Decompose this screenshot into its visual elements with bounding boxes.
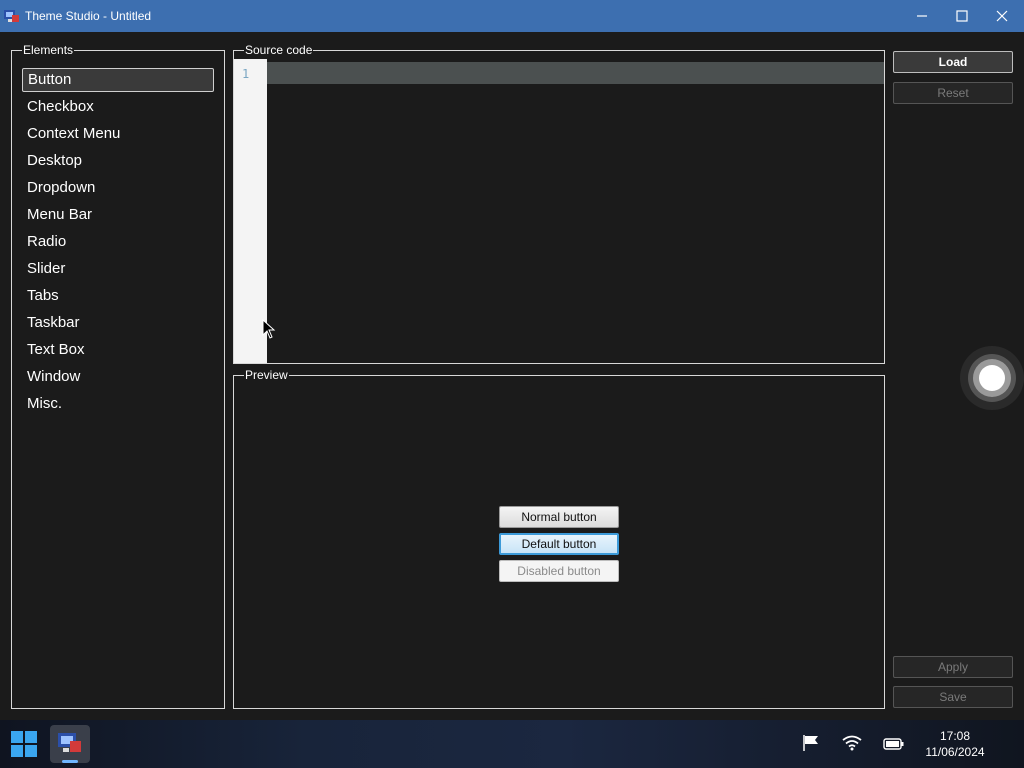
taskbar xyxy=(0,720,1024,768)
list-item[interactable]: Checkbox xyxy=(22,95,214,122)
minimize-icon xyxy=(917,15,927,17)
close-button[interactable] xyxy=(982,0,1022,32)
mouse-cursor-icon xyxy=(262,319,276,339)
list-item[interactable]: Button xyxy=(22,68,214,92)
taskbar-app-theme-studio[interactable] xyxy=(50,725,90,763)
preview-group: Preview Normal button Default button Dis… xyxy=(233,368,885,709)
list-item[interactable]: Tabs xyxy=(22,284,214,311)
minimize-button[interactable] xyxy=(902,0,942,32)
source-editor[interactable] xyxy=(267,62,884,84)
source-code-label: Source code xyxy=(244,43,314,57)
close-icon xyxy=(996,10,1008,22)
disabled-button-preview: Disabled button xyxy=(499,560,619,582)
reset-button: Reset xyxy=(893,82,1013,104)
start-button-icon[interactable] xyxy=(8,728,40,760)
list-item[interactable]: Desktop xyxy=(22,149,214,176)
list-item[interactable]: Dropdown xyxy=(22,176,214,203)
flag-icon[interactable] xyxy=(801,734,821,752)
touch-indicator-icon xyxy=(960,346,1024,410)
save-button: Save xyxy=(893,686,1013,708)
title-bar[interactable]: Theme Studio - Untitled xyxy=(0,0,1024,32)
clock-date[interactable]: 11/06/2024 xyxy=(915,745,995,759)
maximize-icon xyxy=(956,10,968,22)
default-button-preview[interactable]: Default button xyxy=(499,533,619,555)
window-title: Theme Studio - Untitled xyxy=(25,9,152,23)
list-item[interactable]: Misc. xyxy=(22,392,214,419)
apply-button: Apply xyxy=(893,656,1013,678)
line-number-gutter: 1 xyxy=(234,59,267,363)
list-item[interactable]: Menu Bar xyxy=(22,203,214,230)
battery-icon[interactable] xyxy=(883,737,905,751)
normal-button-preview[interactable]: Normal button xyxy=(499,506,619,528)
maximize-button[interactable] xyxy=(942,0,982,32)
preview-label: Preview xyxy=(244,368,289,382)
list-item[interactable]: Context Menu xyxy=(22,122,214,149)
elements-group-label: Elements xyxy=(22,43,75,57)
source-code-group: Source code 1 xyxy=(233,43,885,364)
list-item[interactable]: Text Box xyxy=(22,338,214,365)
list-item[interactable]: Window xyxy=(22,365,214,392)
active-app-indicator xyxy=(62,760,78,763)
load-button[interactable]: Load xyxy=(893,51,1013,73)
list-item[interactable]: Slider xyxy=(22,257,214,284)
app-icon xyxy=(58,733,81,752)
line-number: 1 xyxy=(242,67,250,81)
list-item[interactable]: Taskbar xyxy=(22,311,214,338)
list-item[interactable]: Radio xyxy=(22,230,214,257)
app-icon xyxy=(4,10,19,22)
elements-group: Elements Button Checkbox Context Menu De… xyxy=(11,43,225,709)
wifi-icon[interactable] xyxy=(842,735,862,751)
elements-list[interactable]: Button Checkbox Context Menu Desktop Dro… xyxy=(22,68,214,419)
clock-time[interactable]: 17:08 xyxy=(930,729,980,743)
